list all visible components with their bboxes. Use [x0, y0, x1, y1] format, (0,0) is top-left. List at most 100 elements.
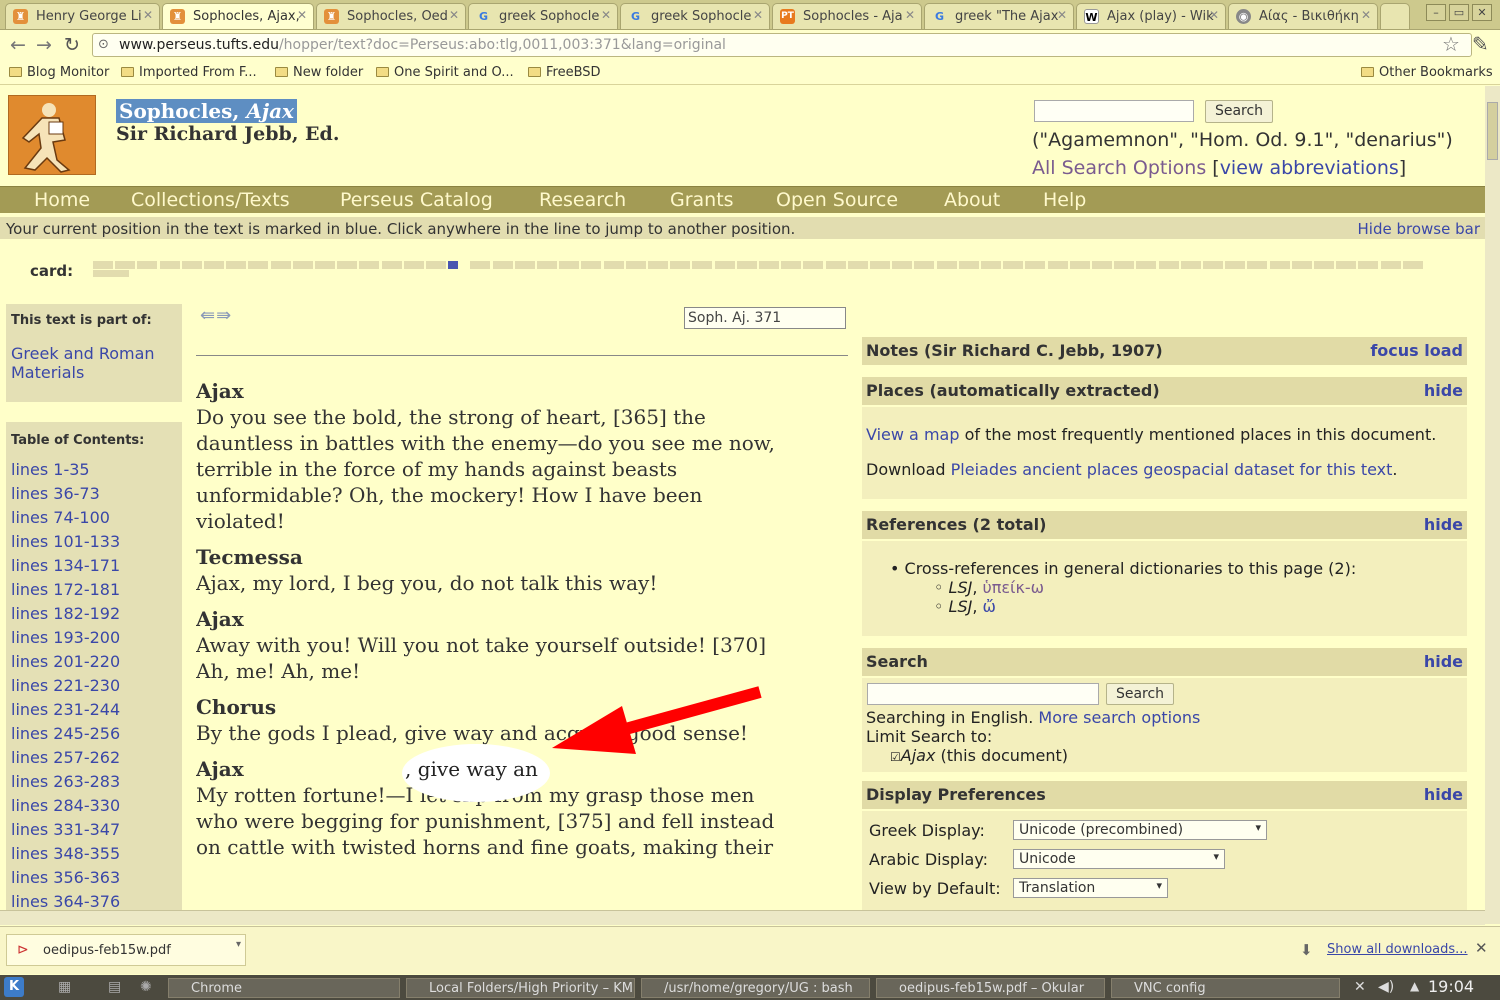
- search-hide-link[interactable]: hide: [1424, 652, 1463, 671]
- text-line[interactable]: on cattle with twisted horns and fine go…: [196, 834, 844, 860]
- card-segment[interactable]: [759, 261, 779, 269]
- card-segment[interactable]: [714, 261, 735, 269]
- card-segment[interactable]: [803, 261, 824, 269]
- close-tab-icon[interactable]: ✕: [1057, 8, 1067, 22]
- task-bash[interactable]: /usr/home/gregory/UG : bash: [641, 978, 870, 998]
- back-arrow-icon[interactable]: ←: [10, 34, 26, 56]
- card-segment[interactable]: [736, 261, 757, 269]
- browser-tab-1[interactable]: ♜ Henry George Li ✕: [5, 3, 160, 29]
- card-segment[interactable]: [426, 261, 446, 269]
- wrench-menu-icon[interactable]: ✎: [1472, 32, 1489, 56]
- card-segment[interactable]: [847, 261, 868, 269]
- references-hide-link[interactable]: hide: [1424, 515, 1463, 534]
- card-segment[interactable]: [226, 261, 247, 269]
- view-map-link[interactable]: View a map: [866, 425, 960, 444]
- site-search-input[interactable]: [1034, 100, 1194, 122]
- vertical-scrollbar[interactable]: [1485, 86, 1500, 924]
- card-segment[interactable]: [292, 261, 313, 269]
- card-browse-strip[interactable]: [93, 261, 1423, 269]
- task-kmail[interactable]: Local Folders/High Priority – KM: [406, 978, 635, 998]
- card-segment[interactable]: [137, 261, 158, 269]
- card-segment[interactable]: [1291, 261, 1312, 269]
- display-prefs-hide-link[interactable]: hide: [1424, 785, 1463, 804]
- sidebar-search-button[interactable]: Search: [1106, 683, 1174, 705]
- card-segment[interactable]: [181, 261, 202, 269]
- perseus-logo[interactable]: [8, 95, 96, 175]
- bookmark-blog-monitor[interactable]: Blog Monitor: [9, 65, 109, 80]
- browser-tab-7[interactable]: Ggreek "The Ajax ✕: [924, 3, 1074, 29]
- card-segment[interactable]: [93, 261, 113, 269]
- globe-icon[interactable]: ✺: [140, 979, 152, 995]
- text-line[interactable]: terrible in the force of my hands agains…: [196, 456, 844, 482]
- reload-icon[interactable]: ↻: [64, 34, 80, 56]
- bookmark-imported[interactable]: Imported From F...: [121, 65, 257, 80]
- card-segment[interactable]: [603, 261, 624, 269]
- card-segment[interactable]: [1336, 261, 1357, 269]
- card-segment[interactable]: [670, 261, 691, 269]
- toc-link[interactable]: lines 221-230: [11, 676, 120, 695]
- close-tab-icon[interactable]: ✕: [753, 8, 763, 22]
- close-icon[interactable]: ✕: [1475, 939, 1488, 957]
- card-segment[interactable]: [1180, 261, 1201, 269]
- toc-link[interactable]: lines 356-363: [11, 868, 120, 887]
- site-search-button[interactable]: Search: [1205, 100, 1273, 123]
- card-segment[interactable]: [270, 261, 291, 269]
- toc-link[interactable]: lines 245-256: [11, 724, 120, 743]
- volume-icon[interactable]: ◀): [1378, 979, 1394, 995]
- card-browse-strip-row2[interactable]: [93, 270, 129, 277]
- notes-load-link[interactable]: load: [1424, 341, 1463, 360]
- toc-link[interactable]: lines 263-283: [11, 772, 120, 791]
- show-all-downloads-link[interactable]: Show all downloads...: [1327, 942, 1468, 957]
- toc-link[interactable]: lines 331-347: [11, 820, 120, 839]
- close-tab-icon[interactable]: ✕: [143, 8, 153, 22]
- card-segment[interactable]: [159, 261, 180, 269]
- card-segment[interactable]: [337, 261, 358, 269]
- nav-grants[interactable]: Grants: [670, 189, 734, 211]
- toc-link[interactable]: lines 257-262: [11, 748, 120, 767]
- bookmark-freebsd[interactable]: FreeBSD: [528, 65, 601, 80]
- download-item[interactable]: ⊳ oedipus-feb15w.pdf ▾: [6, 934, 246, 966]
- nav-catalog[interactable]: Perseus Catalog: [340, 189, 493, 211]
- chevron-down-icon[interactable]: ▾: [236, 939, 241, 950]
- card-segment[interactable]: [1247, 261, 1268, 269]
- more-search-options-link[interactable]: More search options: [1038, 708, 1200, 727]
- toc-link[interactable]: lines 36-73: [11, 484, 100, 503]
- nav-collections[interactable]: Collections/Texts: [131, 189, 290, 211]
- card-segment[interactable]: [781, 261, 802, 269]
- card-segment[interactable]: [1158, 261, 1179, 269]
- bookmark-new-folder[interactable]: New folder: [275, 65, 363, 80]
- card-segment[interactable]: [204, 261, 224, 269]
- card-segment[interactable]: [1358, 261, 1379, 269]
- view-default-select[interactable]: Translation: [1013, 878, 1168, 898]
- toc-link[interactable]: lines 74-100: [11, 508, 110, 527]
- other-bookmarks[interactable]: Other Bookmarks: [1361, 65, 1493, 80]
- browser-tab-4[interactable]: Ggreek Sophocle ✕: [468, 3, 618, 29]
- nav-help[interactable]: Help: [1043, 189, 1086, 211]
- toc-link[interactable]: lines 134-171: [11, 556, 120, 575]
- notes-focus-link[interactable]: focus: [1370, 341, 1418, 360]
- card-segment[interactable]: [1025, 261, 1046, 269]
- card-segment[interactable]: [1114, 261, 1135, 269]
- close-tab-icon[interactable]: ✕: [1209, 8, 1219, 22]
- nav-home[interactable]: Home: [34, 189, 90, 211]
- card-segment[interactable]: [648, 261, 668, 269]
- close-tab-icon[interactable]: ✕: [449, 8, 459, 22]
- card-segment[interactable]: [1003, 261, 1024, 269]
- card-segment[interactable]: [1203, 261, 1223, 269]
- hide-browse-bar-link[interactable]: Hide browse bar: [1358, 220, 1480, 238]
- toc-link[interactable]: lines 1-35: [11, 460, 90, 479]
- sidebar-search-input[interactable]: [867, 683, 1099, 705]
- toc-link[interactable]: lines 201-220: [11, 652, 120, 671]
- toc-link[interactable]: lines 101-133: [11, 532, 120, 551]
- task-chrome[interactable]: Chrome: [168, 978, 400, 998]
- card-segment[interactable]: [1269, 261, 1290, 269]
- card-segment[interactable]: [1380, 261, 1401, 269]
- text-line[interactable]: Do you see the bold, the strong of heart…: [196, 404, 844, 430]
- desktop-pager-icon[interactable]: ▦: [58, 979, 71, 995]
- browser-tab-6[interactable]: PT Sophocles - Aja ✕: [772, 3, 922, 29]
- file-manager-icon[interactable]: ▤: [108, 979, 121, 995]
- minimize-window-button[interactable]: –: [1426, 4, 1446, 21]
- all-search-options-link[interactable]: All Search Options: [1032, 157, 1206, 179]
- prev-next-arrows[interactable]: ⇚⇛: [200, 305, 232, 326]
- card-segment[interactable]: [315, 261, 335, 269]
